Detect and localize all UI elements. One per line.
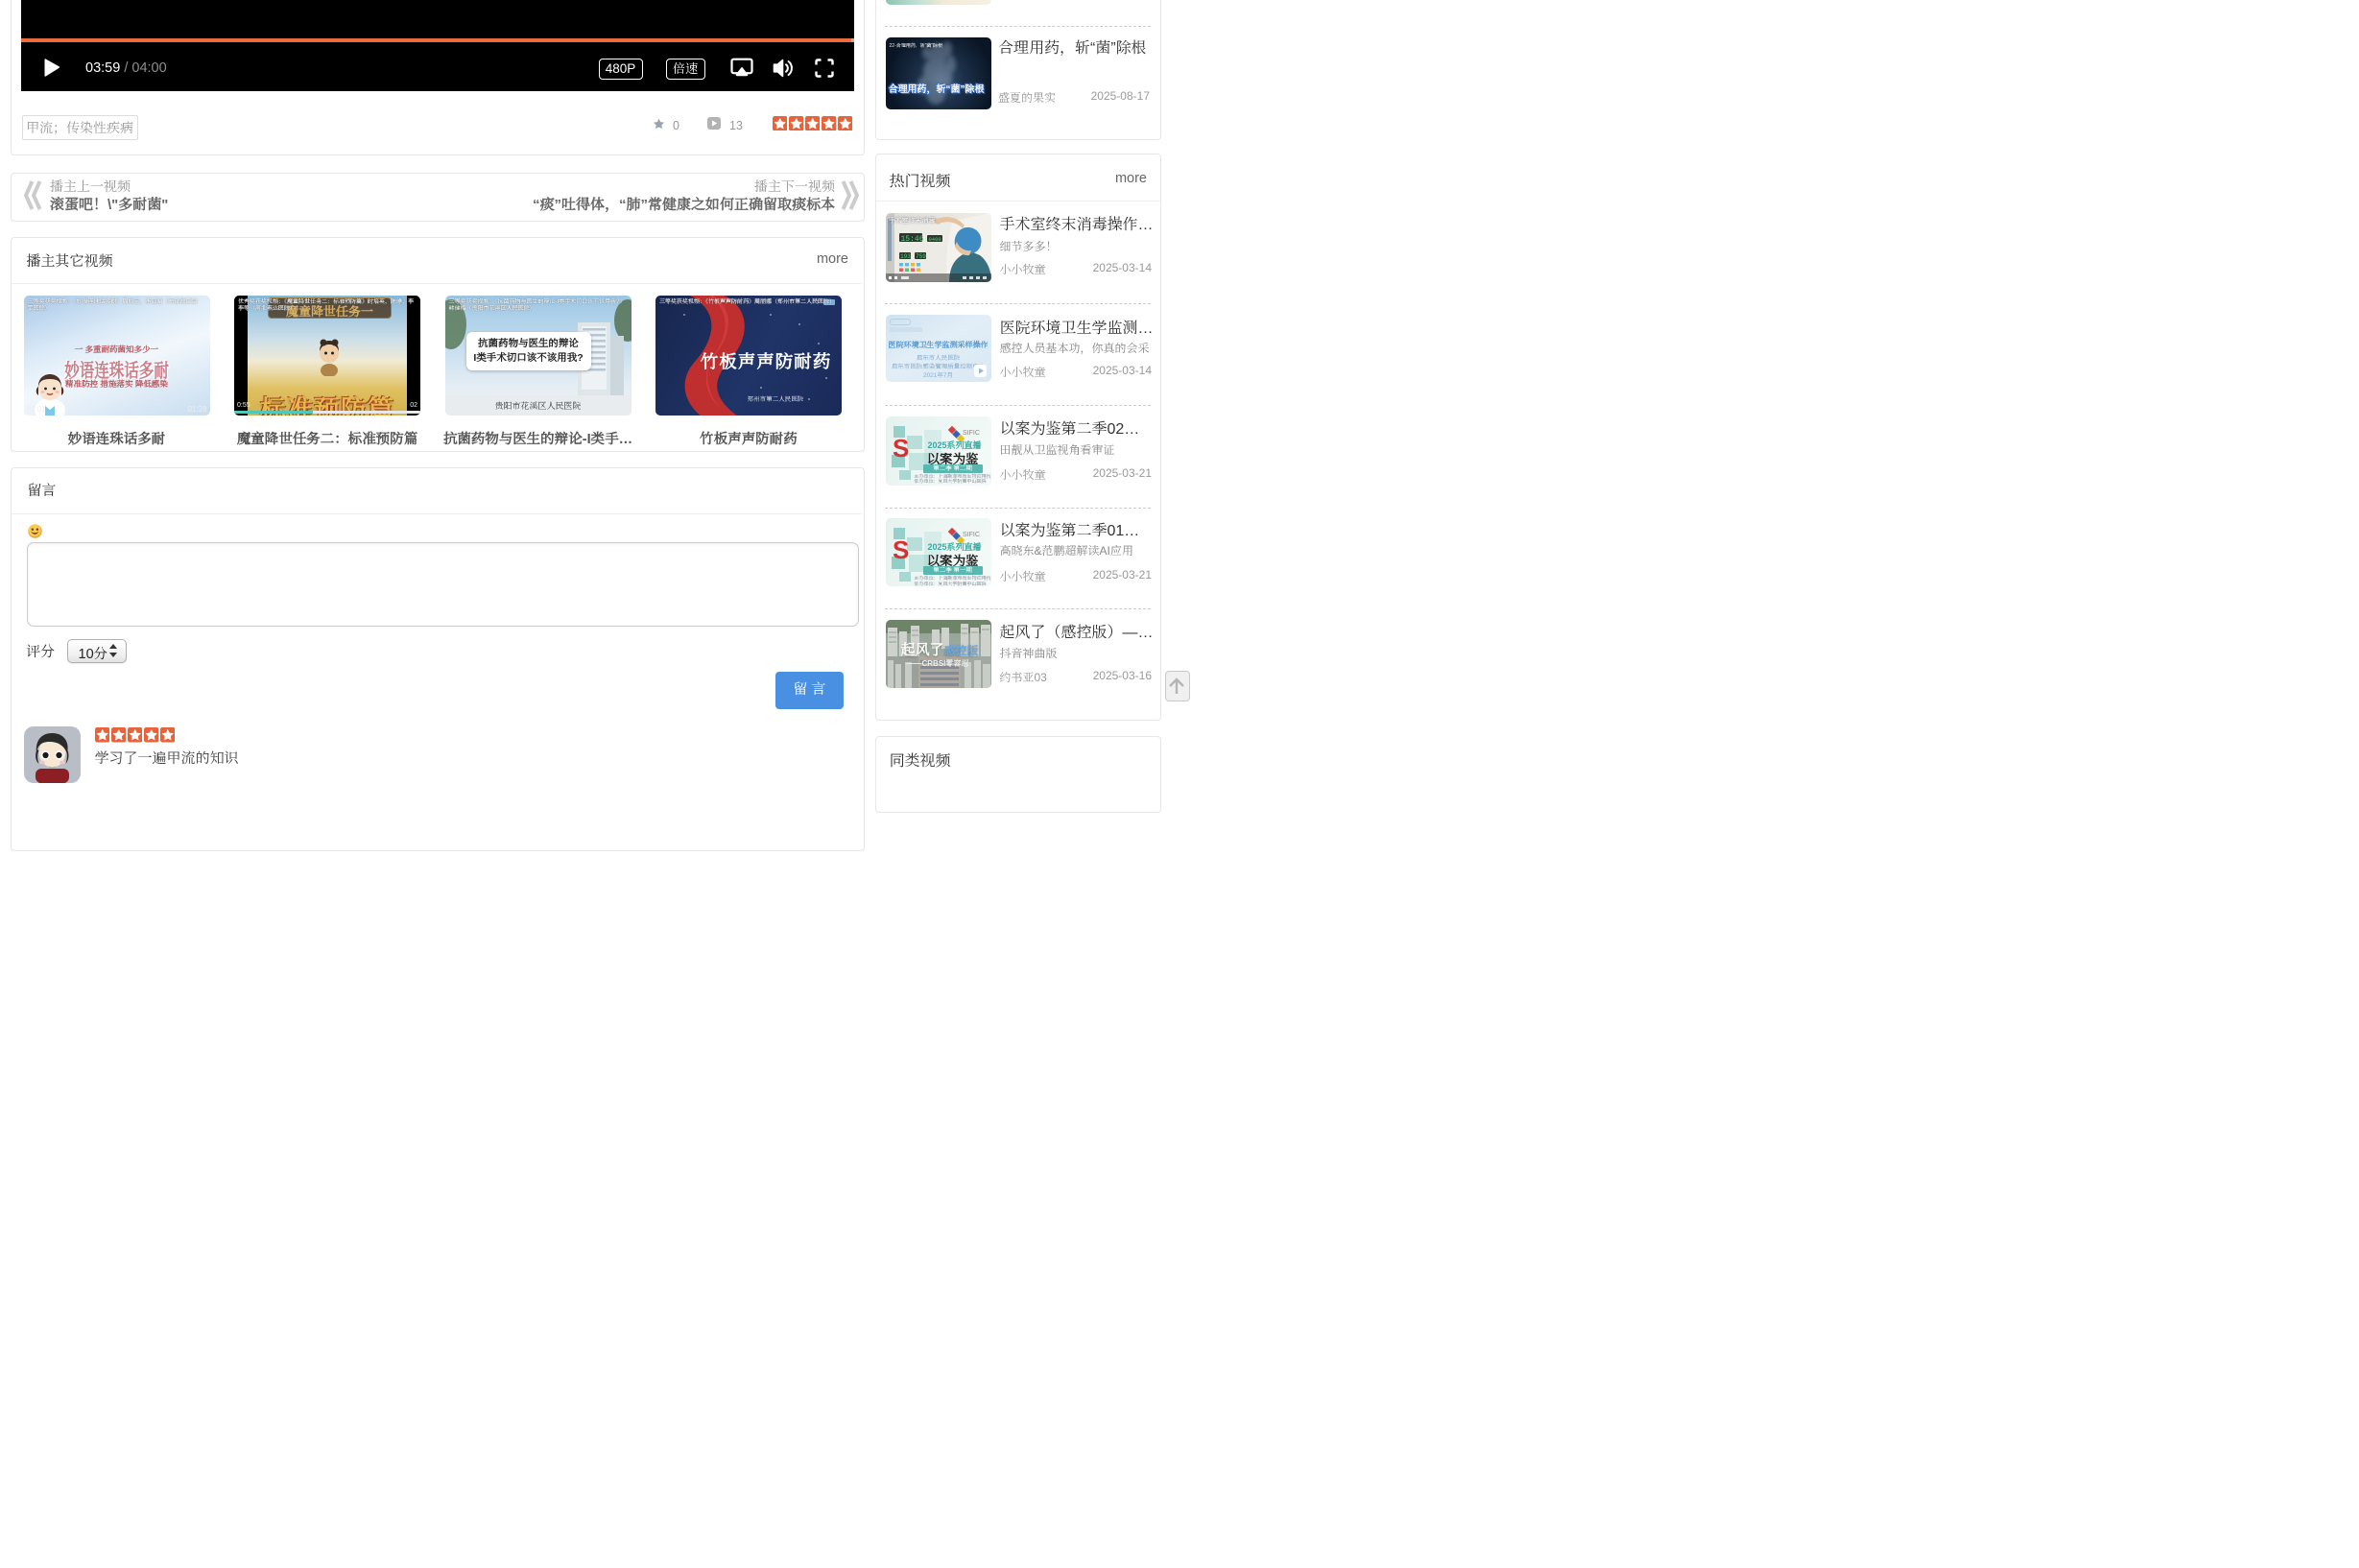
svg-text:SIFIC: SIFIC (963, 430, 980, 437)
svg-text:193: 193 (900, 253, 911, 260)
svg-text:15:46: 15:46 (900, 235, 923, 244)
svg-text:759: 759 (916, 253, 926, 260)
svg-text:0400: 0400 (928, 236, 941, 243)
svg-text:SIFIC: SIFIC (963, 532, 980, 538)
svg-text:S: S (893, 535, 909, 564)
svg-text:S: S (893, 434, 909, 463)
